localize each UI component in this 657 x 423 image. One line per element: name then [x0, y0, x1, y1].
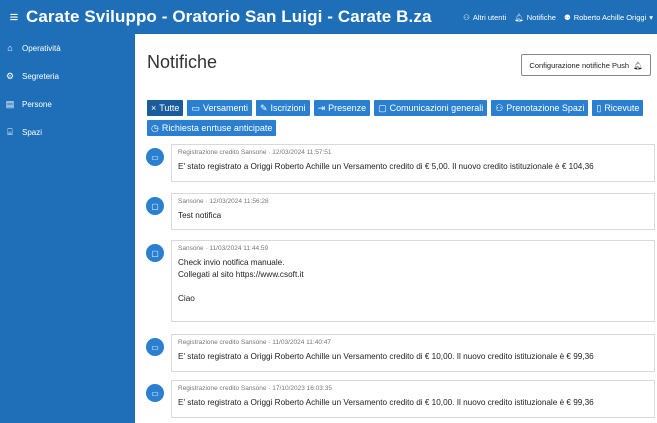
filter-richiesta[interactable]: ◷ Richiesta enrtuse anticipate	[147, 120, 277, 136]
sidebar-item-spazi[interactable]: ⌸ Spazi	[0, 118, 135, 146]
money-icon: ▭	[146, 338, 164, 356]
other-users-link[interactable]: ⚇ Altri utenti	[463, 13, 506, 22]
money-icon: ▭	[191, 103, 200, 113]
filter-label: Versamenti	[202, 103, 248, 113]
notification-body: E' stato registrato a Origgi Roberto Ach…	[178, 397, 648, 409]
notification-body: E' stato registrato a Origgi Roberto Ach…	[178, 351, 648, 363]
sidebar-item-operativita[interactable]: ⌂ Operatività	[0, 34, 135, 62]
notification-card: Registrazione credito Sansone · 17/10/20…	[171, 380, 655, 418]
close-icon: ×	[151, 103, 157, 113]
filter-bar: × Tutte ▭ Versamenti ✎ Iscrizioni ⇥ Presenze…	[147, 100, 652, 136]
filter-ricevute[interactable]: ▯ Ricevute	[592, 100, 644, 116]
filter-label: Richiesta enrtuse anticipate	[161, 123, 273, 133]
filter-label: Presenze	[328, 103, 367, 113]
page-title: Notifiche	[147, 52, 218, 72]
notification-meta: Registrazione credito Sansone · 12/03/20…	[178, 149, 332, 156]
bell-icon: 🔔︎	[514, 12, 524, 22]
user-name: Roberto Achille Origgi	[573, 12, 647, 22]
notification-card: Registrazione credito Sansone · 12/03/20…	[171, 144, 655, 182]
menu-icon[interactable]: ≡	[2, 9, 26, 26]
filter-presenze[interactable]: ⇥ Presenze	[313, 100, 371, 116]
notification-line: Check invio notifica manuale.	[178, 258, 285, 267]
notification-card: Sansone · 12/03/2024 11:56:28 Test notif…	[171, 193, 655, 230]
comment-icon: ▢	[378, 103, 387, 113]
push-config-button[interactable]: Configurazione notifiche Push 🔔︎	[521, 54, 651, 76]
filter-label: Iscrizioni	[270, 103, 306, 113]
app-title: Carate Sviluppo - Oratorio San Luigi - C…	[26, 7, 432, 26]
top-actions: ⚇ Altri utenti 🔔︎ Notifiche ⚉ Roberto Ac…	[463, 0, 653, 34]
sidebar-item-label: Operatività	[22, 43, 61, 53]
user-menu[interactable]: ⚉ Roberto Achille Origgi ▾	[564, 13, 653, 22]
notification-meta: Registrazione credito Sansone · 17/10/20…	[178, 385, 332, 392]
filter-label: Comunicazioni generali	[389, 103, 484, 113]
filter-iscrizioni[interactable]: ✎ Iscrizioni	[256, 100, 310, 116]
chat-icon: ▢	[146, 197, 164, 215]
people-icon: ⚇	[495, 103, 504, 113]
clock-icon: ◷	[151, 123, 159, 133]
notification-meta: Registrazione credito Sansone · 11/03/20…	[178, 339, 331, 346]
notification-line	[178, 281, 648, 293]
filter-label: Ricevute	[604, 103, 640, 113]
notification-meta: Sansone · 11/03/2024 11:44:59	[178, 245, 269, 252]
sidebar-item-label: Spazi	[22, 127, 43, 137]
sidebar-item-label: Segreteria	[22, 71, 59, 81]
notification-body: Test notifica	[178, 210, 648, 222]
notification-line: E' stato registrato a Origgi Roberto Ach…	[178, 398, 594, 407]
notification-line: E' stato registrato a Origgi Roberto Ach…	[178, 162, 594, 171]
building-icon: ⌸	[7, 126, 13, 137]
money-icon: ▭	[146, 148, 164, 166]
sidebar-item-persone[interactable]: ▤ Persone	[0, 90, 135, 118]
filter-versamenti[interactable]: ▭ Versamenti	[187, 100, 252, 116]
push-config-label: Configurazione notifiche Push	[529, 60, 630, 70]
filter-comunicazioni[interactable]: ▢ Comunicazioni generali	[374, 100, 488, 116]
chevron-down-icon: ▾	[649, 12, 653, 22]
filter-label: Tutte	[159, 103, 180, 113]
chat-icon: ▢	[146, 244, 164, 262]
filter-label: Prenotazione Spazi	[506, 103, 585, 113]
notification-line: Test notifica	[178, 211, 222, 220]
notification-line: Ciao	[178, 294, 195, 303]
bell-icon: 🔔︎	[633, 60, 643, 70]
users-icon: ⚇	[463, 12, 470, 22]
sidebar-item-label: Persone	[22, 99, 52, 109]
user-icon: ⚉	[563, 12, 571, 22]
sidebar-item-segreteria[interactable]: ⚙ Segreteria	[0, 62, 135, 90]
sidebar: ⌂ Operatività ⚙ Segreteria ▤ Persone ⌸ S…	[0, 34, 135, 423]
receipt-icon: ▯	[596, 103, 602, 113]
notification-line: E' stato registrato a Origgi Roberto Ach…	[178, 352, 594, 361]
id-card-icon: ▤	[5, 98, 15, 109]
top-bar: ≡ Carate Sviluppo - Oratorio San Luigi -…	[0, 0, 657, 34]
other-users-label: Altri utenti	[472, 12, 507, 22]
notification-line: Collegati al sito https://www.csoft.it	[178, 270, 304, 279]
notification-card: Registrazione credito Sansone · 11/03/20…	[171, 334, 655, 372]
notification-meta: Sansone · 12/03/2024 11:56:28	[178, 198, 269, 205]
edit-icon: ✎	[260, 103, 268, 113]
notifications-label: Notifiche	[526, 12, 556, 22]
settings-icon: ⚙	[5, 70, 15, 81]
login-icon: ⇥	[317, 103, 326, 113]
home-icon: ⌂	[7, 43, 13, 53]
money-icon: ▭	[146, 384, 164, 402]
main-content: Notifiche Configurazione notifiche Push …	[135, 34, 657, 423]
notifications-link[interactable]: 🔔︎ Notifiche	[514, 13, 556, 22]
notification-body: Check invio notifica manuale. Collegati …	[178, 257, 648, 305]
filter-prenotazione-spazi[interactable]: ⚇ Prenotazione Spazi	[491, 100, 589, 116]
notification-card: Sansone · 11/03/2024 11:44:59 Check invi…	[171, 240, 655, 322]
notification-body: E' stato registrato a Origgi Roberto Ach…	[178, 161, 648, 173]
filter-tutte[interactable]: × Tutte	[147, 100, 184, 116]
